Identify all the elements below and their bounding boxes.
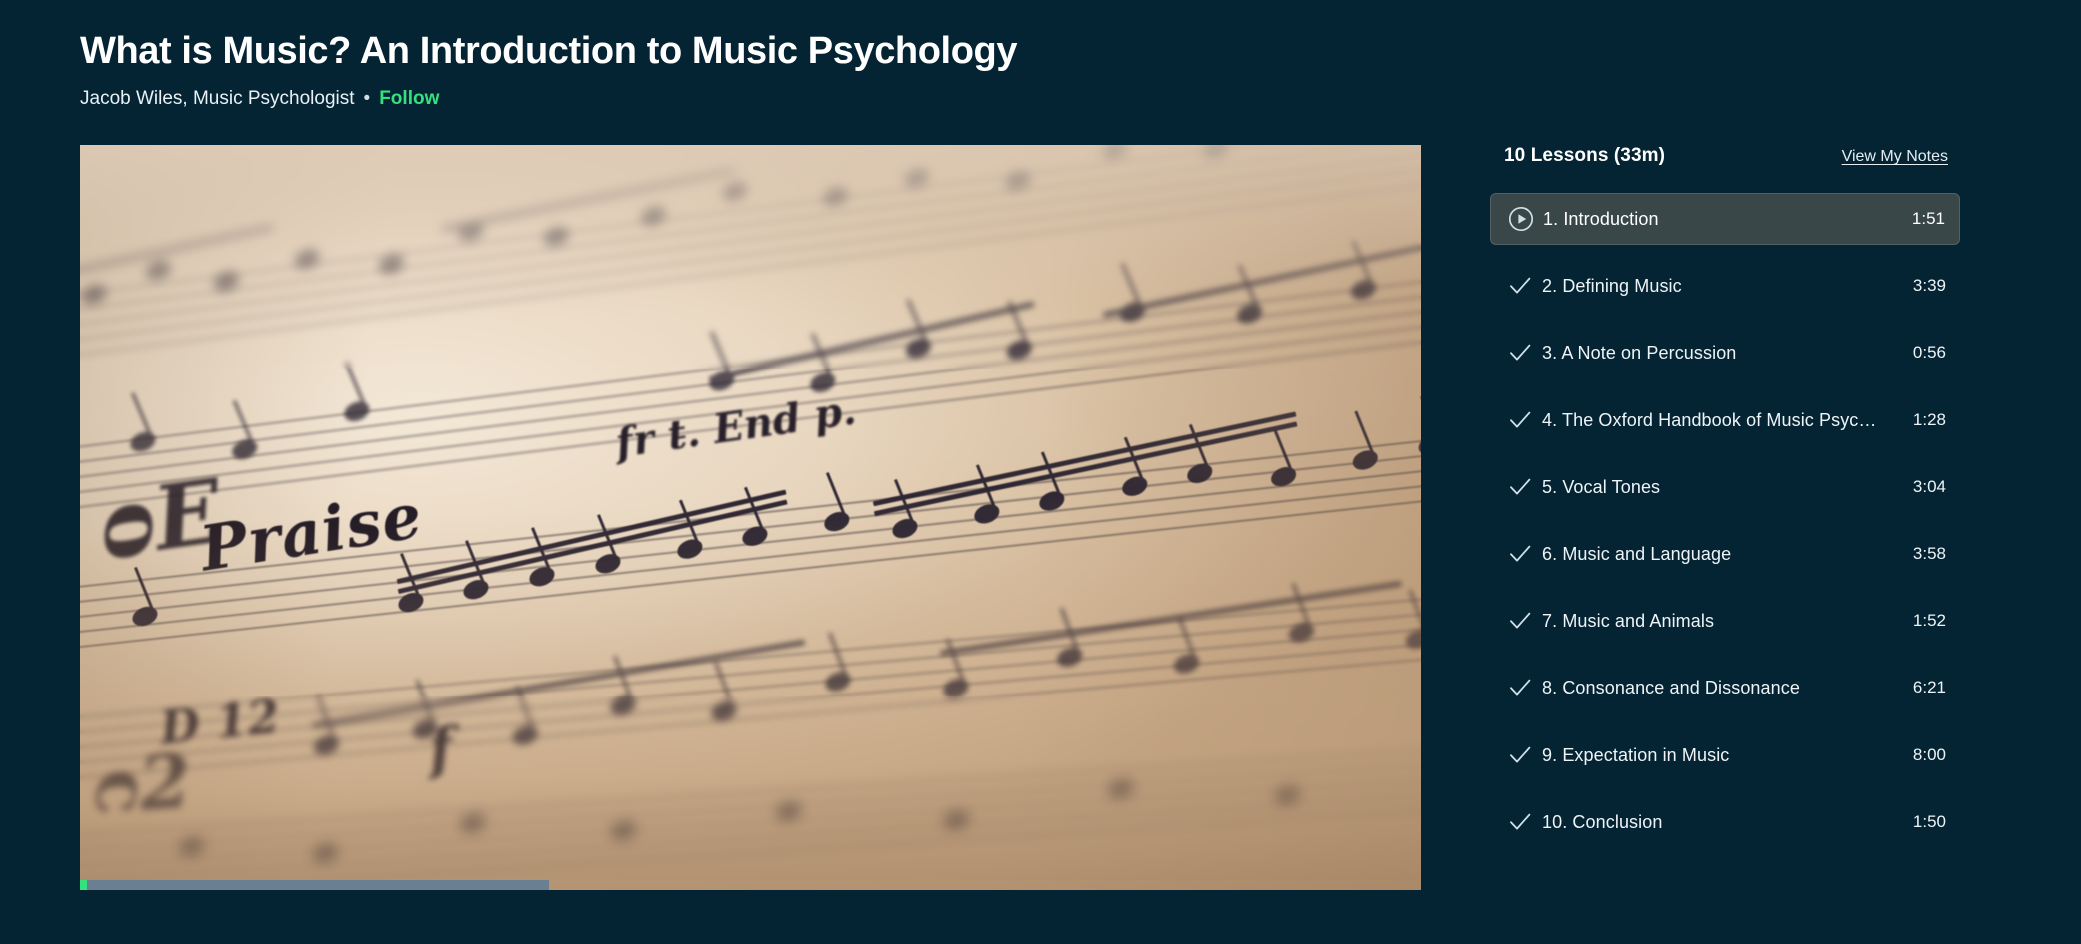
sidebar-header: 10 Lessons (33m) View My Notes xyxy=(1490,145,1960,177)
lesson-duration: 1:28 xyxy=(1912,410,1946,429)
lesson-item-9[interactable]: 9. Expectation in Music 8:00 xyxy=(1490,729,1960,781)
view-my-notes-link[interactable]: View My Notes xyxy=(1842,148,1948,166)
lesson-list: 1. Introduction 1:51 2. Defining Music 3:39… xyxy=(1490,193,1960,848)
byline-separator: • xyxy=(363,88,371,110)
lesson-item-2[interactable]: 2. Defining Music 3:39 xyxy=(1490,260,1960,312)
lesson-title: 1. Introduction xyxy=(1543,208,1659,229)
lesson-duration: 1:52 xyxy=(1912,611,1946,630)
lesson-title: 4. The Oxford Handbook of Music Psyc… xyxy=(1542,409,1877,430)
check-icon xyxy=(1498,474,1542,500)
check-icon xyxy=(1498,608,1542,634)
check-icon xyxy=(1498,675,1542,701)
lesson-title: 9. Expectation in Music xyxy=(1542,744,1730,765)
check-icon xyxy=(1498,809,1542,835)
lesson-duration: 3:04 xyxy=(1912,477,1946,496)
lesson-sidebar: 10 Lessons (33m) View My Notes 1. Introd… xyxy=(1490,145,1960,863)
paper-vignette xyxy=(80,145,1421,890)
course-player-page: What is Music? An Introduction to Music … xyxy=(0,0,2081,944)
lesson-item-6[interactable]: 6. Music and Language 3:58 xyxy=(1490,528,1960,580)
lesson-item-1[interactable]: 1. Introduction 1:51 xyxy=(1490,193,1960,245)
lesson-duration: 6:21 xyxy=(1912,678,1946,697)
page-title: What is Music? An Introduction to Music … xyxy=(80,30,1018,72)
byline: Jacob Wiles, Music Psychologist • Follow xyxy=(80,88,1420,110)
lesson-duration: 1:50 xyxy=(1912,812,1946,831)
follow-link[interactable]: Follow xyxy=(379,88,439,110)
check-icon xyxy=(1498,273,1542,299)
author-name: Jacob Wiles, Music Psychologist xyxy=(80,87,355,109)
lesson-title: 8. Consonance and Dissonance xyxy=(1542,677,1800,698)
video-thumbnail-sheet-music: ᴑE Praise fr t̵. End p. D 12 f ᴒ2 xyxy=(80,145,1421,890)
check-icon xyxy=(1498,407,1542,433)
video-player[interactable]: ᴑE Praise fr t̵. End p. D 12 f ᴒ2 xyxy=(80,145,1421,890)
progress-buffered xyxy=(80,880,550,890)
lesson-title: 2. Defining Music xyxy=(1542,275,1682,296)
lesson-item-10[interactable]: 10. Conclusion 1:50 xyxy=(1490,796,1960,848)
lesson-duration: 0:56 xyxy=(1912,343,1946,362)
lesson-item-5[interactable]: 5. Vocal Tones 3:04 xyxy=(1490,461,1960,513)
lesson-title: 5. Vocal Tones xyxy=(1542,476,1661,497)
lesson-title: 7. Music and Animals xyxy=(1542,610,1715,631)
lesson-item-8[interactable]: 8. Consonance and Dissonance 6:21 xyxy=(1490,662,1960,714)
progress-played xyxy=(80,880,87,890)
check-icon xyxy=(1498,340,1542,366)
video-progress-bar[interactable] xyxy=(80,880,1421,890)
lesson-duration: 1:51 xyxy=(1911,209,1945,228)
lesson-title: 10. Conclusion xyxy=(1542,811,1663,832)
lesson-duration: 3:58 xyxy=(1912,544,1946,563)
lesson-item-7[interactable]: 7. Music and Animals 1:52 xyxy=(1490,595,1960,647)
lesson-item-4[interactable]: 4. The Oxford Handbook of Music Psyc… 1:2… xyxy=(1490,394,1960,446)
lesson-duration: 3:39 xyxy=(1912,276,1946,295)
course-header: What is Music? An Introduction to Music … xyxy=(80,30,1420,110)
check-icon xyxy=(1498,742,1542,768)
lesson-duration: 8:00 xyxy=(1912,745,1946,764)
play-circle-icon[interactable] xyxy=(1499,206,1543,232)
lesson-item-3[interactable]: 3. A Note on Percussion 0:56 xyxy=(1490,327,1960,379)
lesson-title: 3. A Note on Percussion xyxy=(1542,342,1737,363)
lessons-count-label: 10 Lessons (33m) xyxy=(1504,145,1666,166)
lesson-title: 6. Music and Language xyxy=(1542,543,1732,564)
check-icon xyxy=(1498,541,1542,567)
